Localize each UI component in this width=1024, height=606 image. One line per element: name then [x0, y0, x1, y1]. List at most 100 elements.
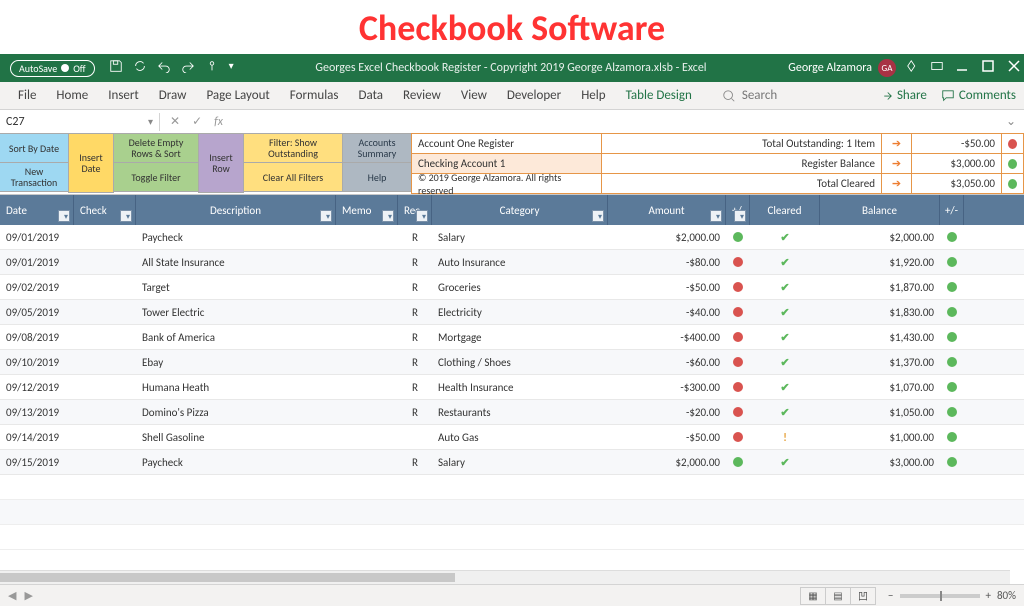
cell-rec[interactable]: R [398, 450, 432, 474]
tab-table-design[interactable]: Table Design [616, 82, 702, 109]
cell-amount[interactable]: -$80.00 [608, 250, 726, 274]
cell-date[interactable]: 09/15/2019 [0, 450, 74, 474]
cell-memo[interactable] [336, 400, 398, 424]
cell-desc[interactable]: Domino's Pizza [136, 400, 336, 424]
insert-date-button[interactable]: Insert Date [68, 133, 114, 193]
cell-check[interactable] [74, 450, 136, 474]
cell-date[interactable]: 09/02/2019 [0, 275, 74, 299]
cell-dot[interactable] [726, 425, 750, 449]
cell-amount[interactable]: -$60.00 [608, 350, 726, 374]
cell-dot2[interactable] [940, 275, 964, 299]
cell-rec[interactable]: R [398, 325, 432, 349]
tab-formulas[interactable]: Formulas [280, 82, 349, 109]
name-box[interactable]: C27 [0, 113, 160, 131]
cell-dot2[interactable] [940, 425, 964, 449]
cell-amount[interactable]: -$300.00 [608, 375, 726, 399]
cell-dot[interactable] [726, 250, 750, 274]
cell-dot2[interactable] [940, 325, 964, 349]
delete-empty-rows-button[interactable]: Delete Empty Rows & Sort [113, 133, 199, 163]
cell-cleared[interactable]: ✔ [750, 375, 820, 399]
cell-dot[interactable] [726, 350, 750, 374]
search-box[interactable]: Search [722, 88, 879, 103]
cell-balance[interactable]: $1,070.00 [820, 375, 940, 399]
help-button[interactable]: Help [342, 162, 412, 192]
cell-amount[interactable]: -$50.00 [608, 425, 726, 449]
table-row[interactable]: 09/01/2019All State InsuranceRAuto Insur… [0, 250, 1024, 275]
cell-desc[interactable]: Paycheck [136, 450, 336, 474]
cell-rec[interactable]: R [398, 375, 432, 399]
tab-file[interactable]: File [8, 82, 46, 109]
cell-cleared[interactable]: ✔ [750, 250, 820, 274]
cell-dot2[interactable] [940, 225, 964, 249]
table-row[interactable]: 09/05/2019Tower ElectricRElectricity-$40… [0, 300, 1024, 325]
cell-dot2[interactable] [940, 400, 964, 424]
share-button[interactable]: Share [879, 88, 927, 103]
toggle-filter-button[interactable]: Toggle Filter [113, 162, 199, 192]
table-row[interactable]: 09/13/2019Domino's PizzaRRestaurants-$20… [0, 400, 1024, 425]
cell-rec[interactable]: R [398, 350, 432, 374]
cell-date[interactable]: 09/01/2019 [0, 225, 74, 249]
cell-balance[interactable]: $1,920.00 [820, 250, 940, 274]
cell-desc[interactable]: Paycheck [136, 225, 336, 249]
cell-amount[interactable]: $2,000.00 [608, 450, 726, 474]
cell-cleared[interactable]: ✔ [750, 300, 820, 324]
table-row[interactable]: 09/01/2019PaycheckRSalary$2,000.00✔$2,00… [0, 225, 1024, 250]
cell-dot2[interactable] [940, 375, 964, 399]
cell-date[interactable]: 09/05/2019 [0, 300, 74, 324]
cancel-formula-icon[interactable]: ✕ [170, 114, 180, 129]
table-row[interactable]: 09/08/2019Bank of AmericaRMortgage-$400.… [0, 325, 1024, 350]
cell-amount[interactable]: -$40.00 [608, 300, 726, 324]
autosave-sync-icon[interactable] [133, 59, 147, 77]
cell-date[interactable]: 09/08/2019 [0, 325, 74, 349]
tab-view[interactable]: View [451, 82, 497, 109]
cell-balance[interactable]: $1,870.00 [820, 275, 940, 299]
cell-memo[interactable] [336, 425, 398, 449]
cell-dot[interactable] [726, 325, 750, 349]
col-description[interactable]: Description [136, 195, 336, 225]
undo-icon[interactable] [157, 59, 171, 77]
cell-check[interactable] [74, 225, 136, 249]
cell-balance[interactable]: $2,000.00 [820, 225, 940, 249]
cell-desc[interactable]: All State Insurance [136, 250, 336, 274]
formula-input[interactable] [233, 120, 998, 124]
tab-help[interactable]: Help [571, 82, 615, 109]
cell-amount[interactable]: -$400.00 [608, 325, 726, 349]
cell-rec[interactable]: R [398, 275, 432, 299]
cell-cat[interactable]: Health Insurance [432, 375, 608, 399]
cell-amount[interactable]: -$50.00 [608, 275, 726, 299]
cell-check[interactable] [74, 250, 136, 274]
cell-desc[interactable]: Bank of America [136, 325, 336, 349]
cell-memo[interactable] [336, 275, 398, 299]
cell-balance[interactable]: $1,370.00 [820, 350, 940, 374]
pagelayout-view-icon[interactable]: ▤ [825, 587, 851, 605]
cell-memo[interactable] [336, 350, 398, 374]
cell-amount[interactable]: -$20.00 [608, 400, 726, 424]
table-row[interactable]: 09/15/2019PaycheckRSalary$2,000.00✔$3,00… [0, 450, 1024, 475]
sheet-nav-prev-icon[interactable]: ◀ [8, 589, 16, 602]
ribbon-mode-icon[interactable] [906, 59, 920, 77]
account-area[interactable]: George Alzamora GA [788, 59, 896, 77]
sort-by-date-button[interactable]: Sort By Date [0, 133, 69, 163]
tab-developer[interactable]: Developer [497, 82, 571, 109]
sheet-nav-next-icon[interactable]: ▶ [24, 589, 32, 602]
zoom-in-icon[interactable]: + [986, 589, 991, 602]
cell-cleared[interactable]: ✔ [750, 325, 820, 349]
cell-cleared[interactable]: ✔ [750, 275, 820, 299]
cell-cleared[interactable]: ✔ [750, 400, 820, 424]
horizontal-scrollbar[interactable] [0, 570, 1010, 584]
cell-balance[interactable]: $1,050.00 [820, 400, 940, 424]
cell-dot[interactable] [726, 400, 750, 424]
cell-cleared[interactable]: ! [750, 425, 820, 449]
cell-rec[interactable]: R [398, 250, 432, 274]
ribbon-display-icon[interactable] [930, 59, 944, 77]
cell-dot2[interactable] [940, 450, 964, 474]
col-amount[interactable]: Amount [608, 195, 726, 225]
accept-formula-icon[interactable]: ✓ [192, 114, 202, 129]
cell-rec[interactable]: R [398, 225, 432, 249]
cell-amount[interactable]: $2,000.00 [608, 225, 726, 249]
cell-cat[interactable]: Auto Insurance [432, 250, 608, 274]
blank-rows[interactable] [0, 475, 1024, 550]
cell-cat[interactable]: Restaurants [432, 400, 608, 424]
cell-date[interactable]: 09/13/2019 [0, 400, 74, 424]
tab-review[interactable]: Review [393, 82, 451, 109]
